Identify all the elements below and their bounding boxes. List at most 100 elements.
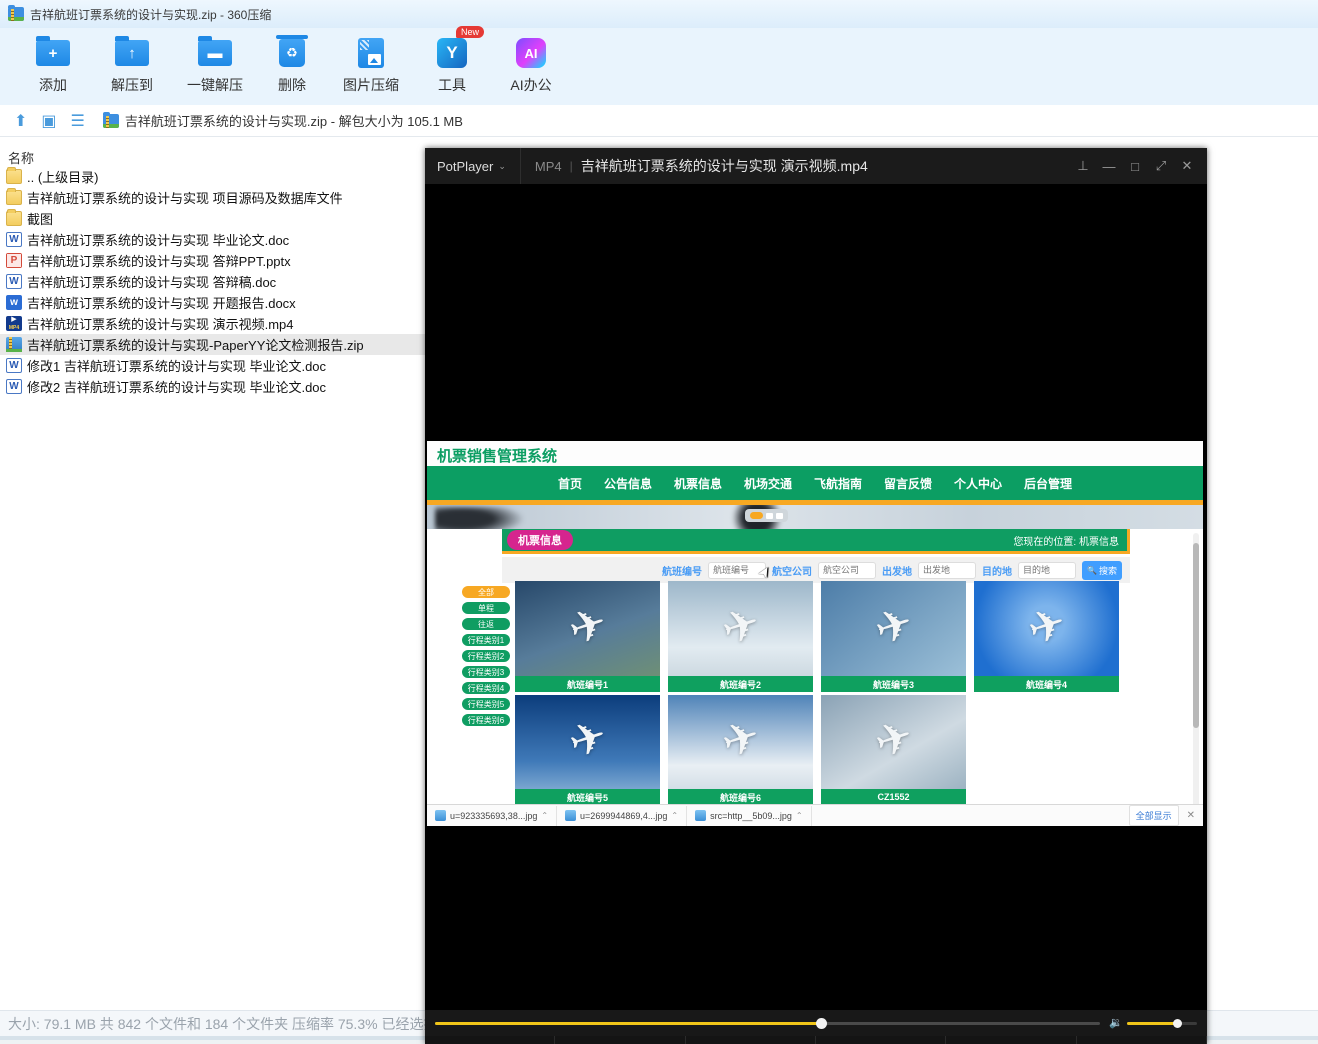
flight-card[interactable]: ✈ 航班编号4 [974, 581, 1119, 692]
flight-card-label: 航班编号6 [719, 792, 761, 803]
nav-item-announcements[interactable]: 公告信息 [604, 475, 652, 492]
file-row-selected[interactable]: 吉祥航班订票系统的设计与实现-PaperYY论文检测报告.zip [0, 334, 425, 355]
chevron-up-icon[interactable]: ⌃ [796, 811, 803, 820]
flight-card[interactable]: ✈ 航班编号6 [668, 695, 813, 805]
image-compress-button[interactable]: 图片压缩 [326, 36, 416, 95]
flight-photo: ✈ [515, 581, 660, 676]
scrollbar-thumb[interactable] [1193, 543, 1199, 728]
delete-button[interactable]: ♻ 删除 [247, 35, 337, 95]
filter-category4-button[interactable]: 行程类别4 [462, 682, 510, 694]
file-row[interactable]: 吉祥航班订票系统的设计与实现 答辩PPT.pptx [0, 250, 425, 271]
file-row[interactable]: 吉祥航班订票系统的设计与实现 开题报告.docx [0, 292, 425, 313]
filter-category2-button[interactable]: 行程类别2 [462, 650, 510, 662]
show-all-downloads-button[interactable]: 全部显示 [1128, 805, 1179, 826]
section-header: 机票信息 您现在的位置: 机票信息 [502, 529, 1130, 554]
volume-thumb[interactable] [1173, 1019, 1183, 1028]
potplayer-menu-button[interactable]: PotPlayer ⌄ [425, 148, 521, 184]
nav-item-flight-guide[interactable]: 飞航指南 [814, 475, 862, 492]
file-row[interactable]: 吉祥航班订票系统的设计与实现 毕业论文.doc [0, 229, 425, 250]
address-field[interactable]: 吉祥航班订票系统的设计与实现.zip - 解包大小为 105.1 MB [102, 111, 463, 130]
departure-label: 出发地 [882, 566, 912, 578]
download-item[interactable]: u=923335693,38...jpg ⌃ [427, 805, 558, 826]
volume-progress [1127, 1022, 1178, 1025]
filter-category5-button[interactable]: 行程类别5 [462, 698, 510, 710]
volume-slider[interactable] [1127, 1019, 1197, 1028]
trip-filter-list: 全部 单程 往返 行程类别1 行程类别2 行程类别3 行程类别4 行程类别5 行… [462, 586, 510, 726]
word-file-icon [6, 274, 22, 289]
filter-roundtrip-button[interactable]: 往返 [462, 618, 510, 630]
folder-icon [6, 188, 22, 205]
video-display-area[interactable]: 机票销售管理系统 首页 公告信息 机票信息 机场交通 飞航指南 留言反馈 个人中… [425, 184, 1207, 1010]
flight-card[interactable]: ✈ 航班编号3 [821, 581, 966, 692]
file-row[interactable]: 吉祥航班订票系统的设计与实现 演示视频.mp4 [0, 313, 425, 334]
webpage-scrollbar[interactable] [1193, 533, 1199, 823]
seek-bar[interactable] [435, 1018, 1100, 1029]
search-button[interactable]: 🔍 搜索 [1082, 560, 1122, 580]
tools-button[interactable]: Y New 工具 [407, 26, 497, 95]
close-button[interactable]: ✕ [1179, 158, 1195, 174]
ai-office-button[interactable]: AI AI办公 [486, 36, 576, 95]
flight-card[interactable]: ✈ 航班编号2 [668, 581, 813, 692]
nav-item-home[interactable]: 首页 [558, 475, 582, 492]
potplayer-window: PotPlayer ⌄ MP4 | 吉祥航班订票系统的设计与实现 演示视频.mp… [425, 148, 1207, 1044]
add-button[interactable]: + 添加 [8, 36, 98, 95]
banner-airplane-fragment [435, 507, 525, 529]
minimize-button[interactable]: — [1101, 159, 1117, 174]
file-row[interactable]: 吉祥航班订票系统的设计与实现 答辩稿.doc [0, 271, 425, 292]
destination-input[interactable] [1018, 561, 1076, 579]
chevron-up-icon[interactable]: ⌃ [671, 811, 678, 820]
flight-photo: ✈ [821, 695, 966, 789]
carousel-dot-active[interactable] [750, 512, 763, 519]
carousel-dots [745, 509, 788, 522]
address-text: 吉祥航班订票系统的设计与实现.zip - 解包大小为 105.1 MB [124, 114, 463, 129]
ai-office-icon: AI [516, 38, 546, 68]
destination-label: 目的地 [982, 566, 1012, 578]
list-view-icon[interactable]: ☰ [71, 111, 85, 131]
one-click-extract-icon: ▬ [198, 36, 232, 66]
nav-item-airport-traffic[interactable]: 机场交通 [744, 475, 792, 492]
close-downloads-icon[interactable]: ✕ [1187, 810, 1195, 821]
file-row[interactable]: 修改2 吉祥航班订票系统的设计与实现 毕业论文.doc [0, 376, 425, 397]
folder-icon [6, 209, 22, 226]
download-item[interactable]: u=2699944869,4...jpg ⌃ [557, 805, 688, 826]
nav-item-admin[interactable]: 后台管理 [1024, 475, 1072, 492]
filter-oneway-button[interactable]: 单程 [462, 602, 510, 614]
seek-thumb[interactable] [815, 1018, 827, 1029]
archive-addressbar: ⬆ ▣ ☰ 吉祥航班订票系统的设计与实现.zip - 解包大小为 105.1 M… [0, 105, 1318, 137]
up-directory-icon[interactable]: ⬆ [14, 111, 27, 131]
maximize-button[interactable]: □ [1127, 159, 1143, 174]
nav-item-feedback[interactable]: 留言反馈 [884, 475, 932, 492]
column-header-name[interactable]: 名称 [8, 148, 34, 167]
filter-category1-button[interactable]: 行程类别1 [462, 634, 510, 646]
view-mode-icon[interactable]: ▣ [41, 111, 56, 131]
flight-card[interactable]: ✈ 航班编号1 [515, 581, 660, 692]
departure-input[interactable] [918, 561, 976, 579]
flight-card[interactable]: ✈ 航班编号5 [515, 695, 660, 805]
extract-to-folder-icon: ↑ [115, 36, 149, 66]
chevron-up-icon[interactable]: ⌃ [541, 811, 548, 820]
file-row[interactable]: .. (上级目录) [0, 166, 425, 187]
seek-progress [435, 1022, 821, 1025]
flight-card[interactable]: ✈ CZ1552 [821, 695, 966, 805]
nav-item-tickets[interactable]: 机票信息 [674, 475, 722, 492]
filter-category6-button[interactable]: 行程类别6 [462, 714, 510, 726]
file-row[interactable]: 截图 [0, 208, 425, 229]
airline-input[interactable] [818, 561, 876, 579]
carousel-dot[interactable] [776, 512, 783, 519]
word-file-icon [6, 295, 22, 310]
file-row[interactable]: 修改1 吉祥航班订票系统的设计与实现 毕业论文.doc [0, 355, 425, 376]
carousel-dot[interactable] [766, 512, 773, 519]
player-control-bar: 🔉 [425, 1010, 1207, 1036]
webpage-navbar: 首页 公告信息 机票信息 机场交通 飞航指南 留言反馈 个人中心 后台管理 [427, 466, 1203, 500]
pin-icon[interactable]: ⊥ [1075, 158, 1091, 174]
filter-category3-button[interactable]: 行程类别3 [462, 666, 510, 678]
flight-photo: ✈ [974, 581, 1119, 676]
fullscreen-button[interactable]: ⤢ [1153, 158, 1169, 174]
filter-all-button[interactable]: 全部 [462, 586, 510, 598]
volume-icon[interactable]: 🔉 [1109, 1016, 1123, 1029]
nav-item-personal-center[interactable]: 个人中心 [954, 475, 1002, 492]
flight-number-label: 航班编号 [662, 566, 702, 578]
download-item[interactable]: src=http__5b09...jpg ⌃ [687, 805, 812, 826]
extract-to-button[interactable]: ↑ 解压到 [87, 36, 177, 95]
file-row[interactable]: 吉祥航班订票系统的设计与实现 项目源码及数据库文件 [0, 187, 425, 208]
